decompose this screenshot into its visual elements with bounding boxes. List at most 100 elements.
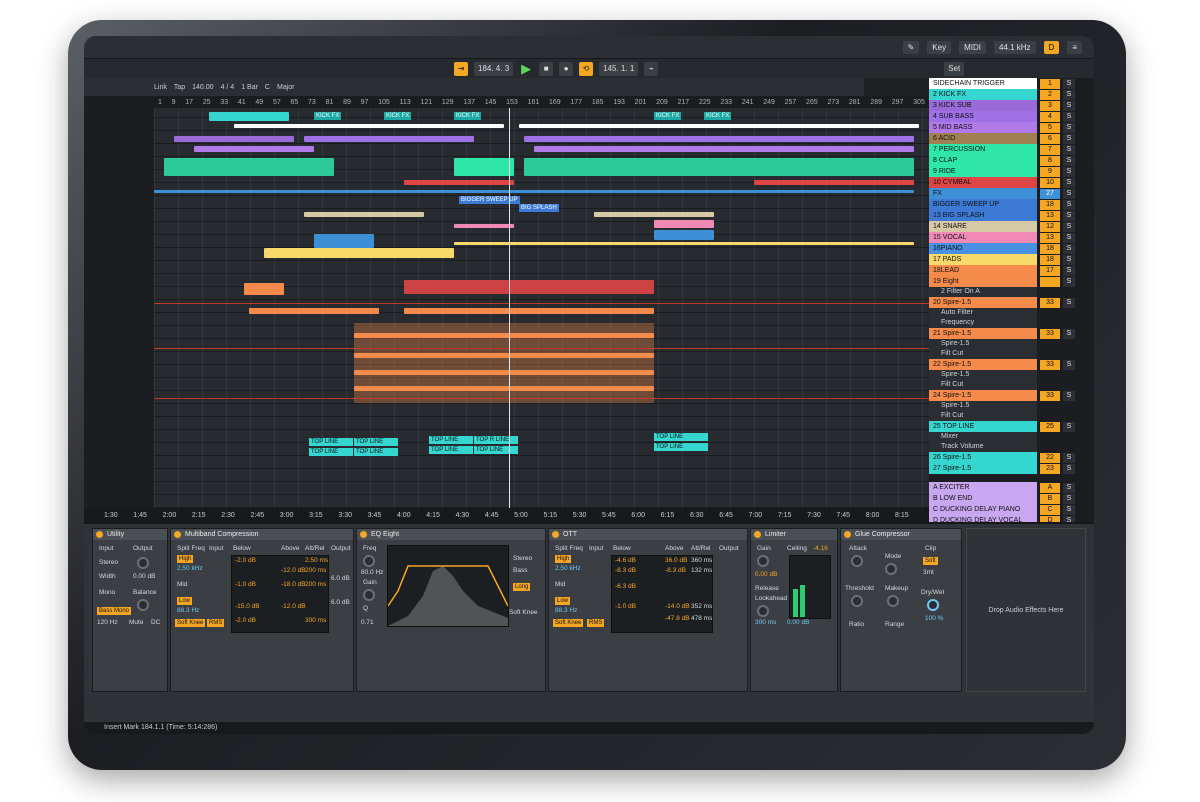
automation-lane-label[interactable]: Filt Cut <box>929 349 1037 359</box>
clip-mid-bass[interactable] <box>534 146 914 152</box>
track-number[interactable]: 13 <box>1040 232 1060 243</box>
loop-icon[interactable]: ⟲ <box>579 61 594 76</box>
track-header[interactable]: 6 ACID 6 S <box>929 133 1094 144</box>
solo-button[interactable]: S <box>1063 390 1075 401</box>
clip-lead[interactable] <box>404 308 654 314</box>
bar-ruler[interactable]: 1 9 17 25 33 41 49 57 65 73 81 89 97 105 113 121 129 137 1… <box>154 96 929 108</box>
clip-pads[interactable] <box>454 242 914 245</box>
track-number[interactable]: 5 <box>1040 122 1060 133</box>
automation-lane-label[interactable]: Spire-1.5 <box>929 401 1037 411</box>
utility-freq[interactable]: 120 Hz <box>97 619 118 626</box>
track-number[interactable]: 3 <box>1040 100 1060 111</box>
q-value[interactable]: 0.71 <box>361 619 374 626</box>
gain-knob[interactable] <box>137 557 149 569</box>
clip-kick-sub[interactable] <box>174 136 294 142</box>
stereo-menu[interactable]: Stereo <box>513 555 532 562</box>
track-name[interactable]: 17 PADS <box>929 254 1037 265</box>
track-name[interactable]: 25 TOP LINE <box>929 421 1037 432</box>
track-header[interactable]: 26 Spire-1.5 22 S <box>929 452 1094 463</box>
clip-snare[interactable] <box>594 212 714 217</box>
solo-button[interactable]: S <box>1063 504 1075 515</box>
track-number[interactable]: 10 <box>1040 177 1060 188</box>
track-number[interactable]: 23 <box>1040 463 1060 474</box>
track-header[interactable]: 13 BIG SPLASH 13 S <box>929 210 1094 221</box>
mode-knob[interactable] <box>885 563 897 575</box>
track-header[interactable]: 18LEAD 17 S <box>929 265 1094 276</box>
track-number[interactable]: C <box>1040 504 1060 515</box>
stop-icon[interactable]: ■ <box>539 61 554 76</box>
automation-lane-label[interactable]: Frequency <box>929 318 1037 328</box>
solo-button[interactable]: S <box>1063 243 1075 254</box>
track-name[interactable]: 21 Spire-1.5 <box>929 328 1037 339</box>
track-number[interactable]: 22 <box>1040 452 1060 463</box>
soft-knee-label[interactable]: Soft Knee <box>509 609 538 616</box>
solo-button[interactable]: S <box>1063 100 1075 111</box>
dry-wet-value[interactable]: 100 % <box>925 615 943 622</box>
solo-button[interactable]: S <box>1063 254 1075 265</box>
track-number[interactable]: 18 <box>1040 199 1060 210</box>
mb-value[interactable]: -12.0 dB <box>281 603 306 610</box>
soft-button[interactable]: Soft <box>923 557 938 565</box>
track-number[interactable]: 2 <box>1040 89 1060 100</box>
bass-mono-button[interactable]: Bass Mono <box>97 607 132 615</box>
solo-button[interactable]: S <box>1063 177 1075 188</box>
low-freq[interactable]: 88.3 Hz <box>177 607 199 614</box>
solo-button[interactable]: S <box>1063 265 1075 276</box>
clip-lead[interactable] <box>354 370 654 375</box>
soft-knee-button[interactable]: Soft Knee <box>553 619 584 627</box>
track-number[interactable]: 8 <box>1040 155 1060 166</box>
eq-spectrum[interactable] <box>387 545 509 627</box>
automation-lane-label[interactable]: Spire-1.5 <box>929 370 1037 380</box>
solo-button[interactable]: S <box>1063 166 1075 177</box>
track-number[interactable]: 13 <box>1040 210 1060 221</box>
track-name[interactable]: 7 PERCUSSION <box>929 144 1037 155</box>
device-glue-compressor[interactable]: Glue Compressor Attack Mode Clip Soft 3m… <box>840 528 962 692</box>
clip-lead[interactable] <box>354 353 654 358</box>
track-name[interactable]: FX <box>929 188 1037 199</box>
ott-value[interactable]: -14.0 dB <box>665 603 690 610</box>
track-name[interactable]: 9 RIDE <box>929 166 1037 177</box>
solo-button[interactable]: S <box>1063 359 1075 370</box>
track-number[interactable]: 12 <box>1040 221 1060 232</box>
limit-value[interactable]: 3mt <box>923 569 934 576</box>
balance-knob[interactable] <box>137 599 149 611</box>
solo-button[interactable]: S <box>1063 122 1075 133</box>
clip-lead[interactable] <box>404 280 654 294</box>
automation-lane-label[interactable]: Spire-1.5 <box>929 339 1037 349</box>
ceiling-out[interactable]: 0.00 dB <box>787 619 809 626</box>
clip-percussion[interactable] <box>164 158 334 176</box>
device-utility[interactable]: Utility Input Output Stereo 0.00 dB Widt… <box>92 528 168 692</box>
device-ott[interactable]: OTT Split Freq Input Below Above Att/Rel… <box>548 528 748 692</box>
track-header[interactable]: 17 PADS 18 S <box>929 254 1094 265</box>
automation-lane-label[interactable]: Filt Cut <box>929 380 1037 390</box>
track-name[interactable]: 13 BIG SPLASH <box>929 210 1037 221</box>
mb-value[interactable]: 6.0 dB <box>331 575 350 582</box>
automation-lane-label[interactable]: Track Volume <box>929 442 1037 452</box>
mb-value[interactable]: -12.0 dB <box>281 567 306 574</box>
automation-lane-label[interactable]: Auto Filter <box>929 308 1037 318</box>
d-button[interactable]: D <box>1043 40 1060 54</box>
clip-sub-bass[interactable] <box>524 136 914 142</box>
root-note[interactable]: C <box>265 84 270 91</box>
automation-lane-label[interactable]: Mixer <box>929 432 1037 442</box>
track-number[interactable] <box>1040 276 1060 287</box>
gain-knob[interactable] <box>757 555 769 567</box>
set-button[interactable]: Set <box>944 61 965 76</box>
freq-knob[interactable] <box>363 555 375 567</box>
track-header[interactable]: 20 Spire-1.5 33 S <box>929 297 1094 308</box>
device-multiband-compression[interactable]: Multiband Compression Split Freq Input B… <box>170 528 354 692</box>
pencil-icon[interactable]: ✎ <box>902 40 920 54</box>
track-name[interactable]: B LOW END <box>929 493 1037 504</box>
solo-button[interactable]: S <box>1063 297 1075 308</box>
track-header[interactable]: 21 Spire-1.5 33 S <box>929 328 1094 339</box>
track-number[interactable]: 33 <box>1040 390 1060 401</box>
track-header[interactable]: 22 Spire-1.5 33 S <box>929 359 1094 370</box>
threshold-knob[interactable] <box>851 595 863 607</box>
drop-effects-zone[interactable]: Drop Audio Effects Here <box>966 528 1086 692</box>
track-number[interactable]: 27 <box>1040 188 1060 199</box>
release-value[interactable]: 300 ms <box>755 619 776 626</box>
solo-button[interactable]: S <box>1063 210 1075 221</box>
mb-value[interactable]: 200 ms <box>305 567 326 574</box>
utility-stereo[interactable]: Stereo <box>99 559 118 566</box>
track-name[interactable]: 18LEAD <box>929 265 1037 276</box>
